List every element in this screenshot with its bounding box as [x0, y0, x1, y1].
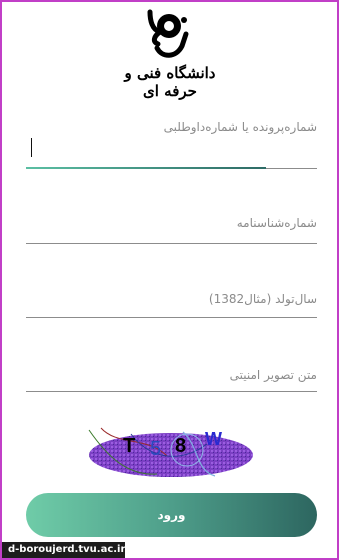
file-number-label: شماره‌پرونده یا شماره‌داوطلبی — [163, 120, 317, 134]
captcha-label: متن تصویر امنیتی — [229, 368, 317, 382]
university-logo: دانشگاه فنی و حرفه ای — [114, 8, 226, 100]
birth-year-label: سال‌تولد (مثال1382) — [208, 292, 317, 306]
birth-certificate-label: شماره‌شناسنامه — [236, 216, 317, 230]
captcha-underline — [26, 391, 317, 392]
birth-year-underline — [26, 317, 317, 318]
text-cursor — [31, 138, 32, 157]
focus-indicator — [26, 167, 266, 169]
captcha-char: 5 — [150, 438, 161, 460]
captcha-image[interactable]: T 5 8 W — [87, 426, 256, 479]
captcha-char: 8 — [175, 435, 186, 457]
login-button[interactable]: ورود — [26, 493, 317, 537]
site-url-label: d-boroujerd.tvu.ac.ir — [2, 542, 125, 558]
login-page: دانشگاه فنی و حرفه ای شماره‌پرونده یا شم… — [0, 0, 339, 560]
birth-certificate-underline — [26, 243, 317, 244]
captcha-char: W — [205, 429, 222, 449]
captcha-char: T — [123, 435, 135, 457]
logo-emblem-icon — [147, 9, 189, 58]
captcha-field[interactable]: متن تصویر امنیتی — [26, 368, 317, 394]
university-name: دانشگاه فنی و حرفه ای — [124, 64, 216, 100]
file-number-field[interactable]: شماره‌پرونده یا شماره‌داوطلبی — [26, 120, 317, 172]
birth-certificate-field[interactable]: شماره‌شناسنامه — [26, 216, 317, 246]
birth-year-field[interactable]: سال‌تولد (مثال1382) — [26, 292, 317, 320]
